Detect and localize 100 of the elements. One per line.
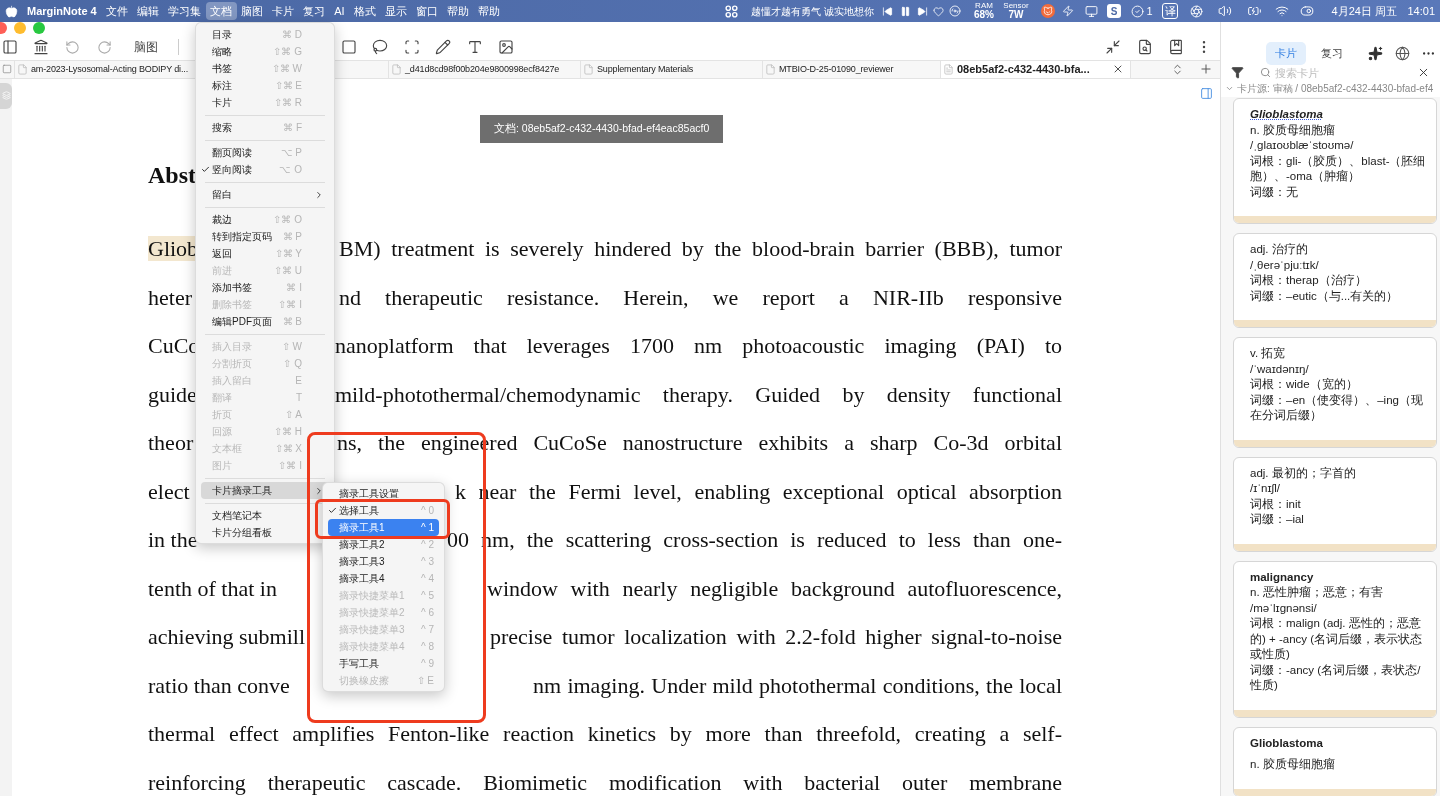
menu-item[interactable]: 缩略 ⇧⌘ G	[201, 43, 307, 60]
card-text: /məˈlɪgnənsi/	[1250, 600, 1318, 616]
pause-icon[interactable]	[899, 5, 911, 17]
library-icon[interactable]	[33, 39, 50, 55]
zoom-window-button[interactable]	[33, 22, 45, 34]
menu-item[interactable]: 摘录工具2 ^ 2	[328, 536, 439, 553]
lasso-icon[interactable]	[372, 39, 389, 55]
frame-select-icon[interactable]	[403, 39, 420, 55]
note-card[interactable]: Glioblastoma n. 胶质母细胞瘤 /ˌɡlaɪoʊblæˈstoʊmə/ 词根：gli-（胶质）、blast-（胚细胞）、-oma（肿瘤） 词缀：无	[1233, 98, 1437, 224]
keyboard-shortcut: T	[295, 391, 302, 405]
note-card[interactable]: adj. 治疗的 /ˌθerəˈpjuːtɪk/ 词根：therap（治疗） 词缀：–eutic（与...有关的）	[1233, 233, 1437, 328]
document-text: precise tumor localization with 2.2-fold higher signal-to-noise	[490, 623, 1062, 652]
new-tab-icon[interactable]	[1199, 62, 1213, 77]
menu-bar-item[interactable]: 文档	[205, 2, 237, 20]
keyboard-shortcut: ⇧ E	[416, 674, 434, 688]
sparkle-icon[interactable]	[1368, 45, 1384, 61]
sidebar-icon[interactable]	[1, 39, 18, 55]
search-field[interactable]: 搜索卡片	[1275, 64, 1417, 81]
mindmap-button[interactable]: 脑图	[134, 38, 174, 56]
document-search-icon[interactable]	[1136, 39, 1153, 55]
next-track-icon[interactable]	[916, 5, 928, 17]
card-text: adj. 最初的；字首的	[1250, 465, 1357, 481]
note-card[interactable]: Glioblastoma n. 胶质母细胞瘤	[1233, 726, 1437, 796]
menu-bar-item[interactable]: 复习	[298, 2, 330, 20]
cat-icon[interactable]	[1041, 4, 1055, 18]
s-badge[interactable]: S	[1107, 4, 1121, 18]
bookmark-book-icon[interactable]	[1168, 39, 1185, 55]
menu-item[interactable]: 摘录工具3 ^ 3	[328, 553, 439, 570]
menu-bar-item[interactable]: 格式	[349, 2, 381, 20]
app-grid-icon[interactable]	[724, 4, 738, 18]
menu-item[interactable]: 留白	[201, 186, 329, 203]
check-circle-icon[interactable]	[1131, 4, 1145, 18]
globe-icon[interactable]	[1395, 45, 1411, 61]
document-tab[interactable]: 08eb5af2-c432-4430-bfa...	[940, 61, 1130, 78]
menu-item[interactable]: 搜索 ⌘ F	[201, 119, 307, 136]
panel-toggle-icon[interactable]	[1199, 86, 1213, 100]
wifi-icon[interactable]	[1275, 4, 1289, 18]
previous-track-icon[interactable]	[882, 5, 893, 17]
control-center-icon[interactable]	[1300, 4, 1314, 18]
translate-badge[interactable]: 译	[1162, 3, 1178, 19]
menu-bar-item[interactable]: 编辑	[132, 2, 164, 20]
note-card[interactable]: v. 拓宽 /ˈwaɪdənɪŋ/ 词根：wide（宽的） 词缀：–en（使变得）、–ing（现在分词后缀）	[1233, 337, 1437, 448]
menu-item[interactable]: 手写工具 ^ 9	[328, 655, 439, 672]
heart-icon[interactable]	[932, 5, 944, 17]
menu-bar-time[interactable]: 14:01	[1407, 2, 1435, 20]
menu-item[interactable]: 返回 ⇧⌘ Y	[201, 245, 307, 262]
monitor-icon[interactable]	[1084, 4, 1098, 18]
menu-item[interactable]: 转到指定页码 ⌘ P	[201, 228, 307, 245]
menu-bar-item[interactable]: 卡片	[267, 2, 299, 20]
app-name[interactable]: MarginNote 4	[22, 2, 102, 20]
panel-tab[interactable]: 卡片	[1266, 42, 1306, 65]
filter-icon[interactable]	[1231, 66, 1244, 80]
menu-bar-item[interactable]: 帮助	[473, 2, 505, 20]
menu-item[interactable]: 目录 ⌘ D	[201, 26, 307, 43]
lightning-icon[interactable]	[1062, 5, 1074, 17]
menu-item[interactable]: 卡片分组看板	[201, 524, 307, 541]
document-tab[interactable]: _d41d8cd98f00b204e9800998ecf8427e	[388, 61, 580, 78]
note-card[interactable]: malignancy n. 恶性肿瘤；恶意；有害 /məˈlɪgnənsi/ 词根：malign (adj. 恶性的；恶意的) + -ancy (名词后缀，表示状态或性质) 词缀：-ancy (名词后缀，表状态/性质)	[1233, 560, 1437, 718]
text-box-icon[interactable]	[466, 39, 483, 55]
document-text: theor	[148, 430, 194, 456]
note-card[interactable]: adj. 最初的；字首的 /ɪˈnɪʃl/ 词根：init 词缀：–ial	[1233, 456, 1437, 552]
rectangle-select-icon[interactable]	[340, 39, 357, 55]
menu-item[interactable]: 书签 ⇧⌘ W	[201, 60, 307, 77]
menu-bar-item[interactable]: 显示	[380, 2, 412, 20]
menu-bar-item[interactable]: 文件	[101, 2, 133, 20]
undo-icon[interactable]	[65, 39, 81, 55]
keyboard-shortcut: ⇧⌘ W	[271, 62, 302, 76]
document-tab[interactable]: Supplementary Materials	[580, 61, 762, 78]
collapse-icon[interactable]	[1105, 39, 1122, 55]
image-icon[interactable]	[498, 39, 515, 55]
volume-icon[interactable]	[1218, 4, 1232, 18]
panel-tab[interactable]: 复习	[1312, 42, 1352, 65]
battery-icon[interactable]	[1245, 4, 1263, 18]
collapse-chevron-icon[interactable]	[1225, 84, 1234, 93]
menu-item[interactable]: 卡片 ⇧⌘ R	[201, 94, 307, 111]
menu-item[interactable]: 翻页阅读 ⌥ P	[201, 144, 307, 161]
menu-bar-item[interactable]: 窗口	[411, 2, 443, 20]
menu-bar-item[interactable]: 脑图	[236, 2, 268, 20]
menu-item[interactable]: 编辑PDF页面 ⌘ B	[201, 313, 307, 330]
menu-bar-item[interactable]: 帮助	[442, 2, 474, 20]
document-text: reinforcing therapeutic cascade. Biomimetic modification with bacterial outer membrane	[148, 768, 1062, 796]
menu-item[interactable]: 文档笔记本	[201, 507, 307, 524]
redo-icon[interactable]	[96, 39, 112, 55]
menu-bar-date[interactable]: 4月24日 周五	[1331, 2, 1397, 20]
menu-item[interactable]: 摘录工具1 ^ 1	[328, 519, 439, 536]
menu-item[interactable]: 摘录工具4 ^ 4	[328, 570, 439, 587]
menu-item[interactable]: 竖向阅读 ⌥ O	[201, 161, 307, 178]
card-source-path[interactable]: 卡片源: 审稿 / 08eb5af2-c432-4430-bfad-ef4	[1237, 81, 1434, 96]
pencil-icon[interactable]	[435, 39, 452, 55]
keyboard-shortcut: ⇧⌘ O	[273, 213, 302, 227]
menu-bar-item[interactable]: 学习集	[163, 2, 206, 20]
apple-icon[interactable]	[5, 4, 18, 18]
menu-item[interactable]: 摘录工具设置	[328, 485, 439, 502]
card-text: /ɪˈnɪʃl/	[1250, 481, 1281, 496]
disc-icon[interactable]	[949, 5, 961, 17]
card-text: 词缀：–en（使变得）、–ing（现在分词后缀）	[1250, 392, 1424, 423]
menu-bar-item[interactable]: AI	[329, 2, 350, 20]
aperture-icon[interactable]	[1189, 4, 1203, 18]
menu-item[interactable]: 裁边 ⇧⌘ O	[201, 211, 307, 228]
menu-item[interactable]: 标注 ⇧⌘ E	[201, 77, 307, 94]
